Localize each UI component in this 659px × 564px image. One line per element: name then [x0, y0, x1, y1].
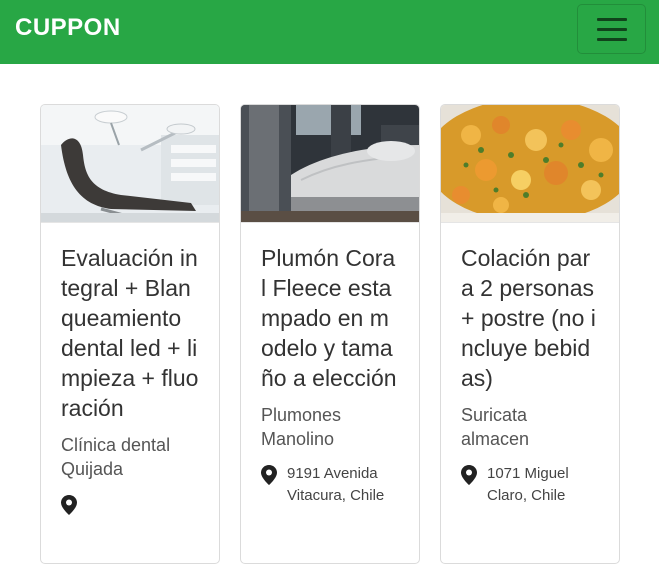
deal-address: 9191 Avenida Vitacura, Chile — [261, 463, 399, 507]
bedroom-bed-image[interactable] — [241, 105, 419, 223]
deal-merchant: Suricata almacen — [461, 405, 530, 449]
vegetable-stew-image[interactable] — [441, 105, 619, 223]
deal-address-text: 9191 Avenida Vitacura, Chile — [287, 465, 385, 504]
map-pin-icon — [461, 465, 477, 485]
deal-address: 1071 Miguel Claro, Chile — [461, 463, 599, 507]
deal-merchant: Plumones Manolino — [261, 405, 342, 449]
deal-title[interactable]: Colación para 2 personas + postre (no in… — [461, 243, 599, 393]
deal-title[interactable]: Plumón Coral Fleece estampado en modelo … — [261, 243, 399, 393]
deal-merchant: Clínica dental Quijada — [61, 435, 171, 479]
map-pin-icon — [61, 495, 77, 515]
deal-address — [61, 493, 199, 515]
navbar-toggler-button[interactable] — [577, 4, 646, 54]
deal-title[interactable]: Evaluación integral + Blanqueamiento den… — [61, 243, 199, 423]
brand-logo[interactable]: CUPPON — [15, 14, 121, 42]
dental-chair-image[interactable] — [41, 105, 219, 223]
top-navbar: CUPPON — [0, 0, 659, 64]
map-pin-icon — [261, 465, 277, 485]
deal-card[interactable]: Evaluación integral + Blanqueamiento den… — [40, 104, 220, 564]
hamburger-menu-icon — [596, 17, 627, 21]
deal-card[interactable]: Colación para 2 personas + postre (no in… — [440, 104, 620, 564]
deal-address-text: 1071 Miguel Claro, Chile — [487, 465, 569, 504]
deal-card[interactable]: Plumón Coral Fleece estampado en modelo … — [240, 104, 420, 564]
